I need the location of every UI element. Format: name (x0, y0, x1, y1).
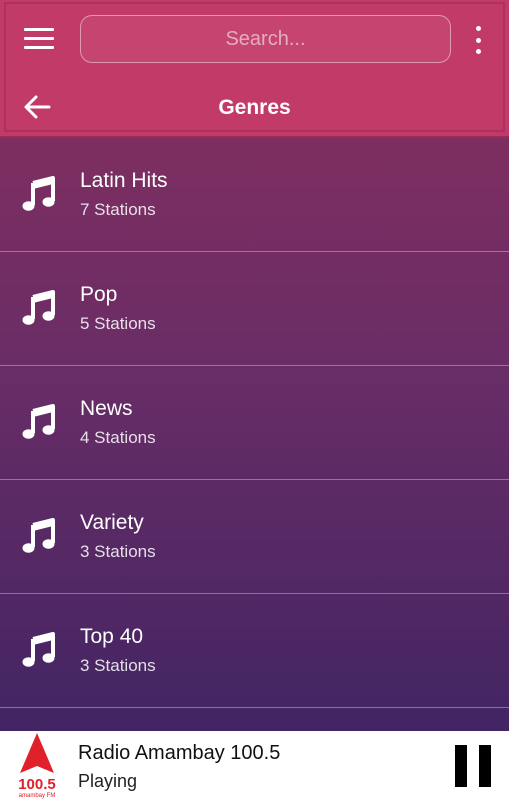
genre-name: Pop (80, 283, 118, 306)
svg-text:amambay FM: amambay FM (19, 793, 56, 799)
station-count: 3 Stations (80, 542, 156, 561)
station-logo: 100.5 amambay FM (18, 733, 56, 799)
menu-icon[interactable] (24, 28, 54, 52)
more-vert-icon[interactable] (470, 26, 486, 54)
genre-item[interactable]: Variety 3 Stations (0, 480, 509, 594)
station-count: 7 Stations (80, 200, 156, 219)
genre-name: Latin Hits (80, 169, 168, 192)
page-title: Genres (218, 96, 291, 119)
genre-item[interactable]: Pop 5 Stations (0, 252, 509, 366)
station-count: 3 Stations (80, 656, 156, 675)
music-note-icon (22, 518, 55, 553)
genre-name: Top 40 (80, 625, 144, 648)
search-input[interactable] (80, 15, 451, 63)
app-screen: Genres Latin Hits 7 Stations Pop 5 S (0, 0, 509, 800)
station-count: 4 Stations (80, 428, 156, 447)
mini-player[interactable]: 100.5 amambay FM Radio Amambay 100.5 Pla… (0, 731, 509, 800)
station-count: 5 Stations (80, 314, 156, 333)
genre-name: News (80, 397, 133, 420)
svg-text:100.5: 100.5 (18, 776, 56, 793)
music-note-icon (22, 632, 55, 667)
music-note-icon (22, 176, 55, 211)
station-name: Radio Amambay 100.5 (78, 742, 281, 764)
playback-status: Playing (78, 771, 138, 791)
genre-list: Latin Hits 7 Stations Pop 5 Stations New… (0, 138, 509, 708)
genre-item[interactable]: News 4 Stations (0, 366, 509, 480)
pause-icon[interactable] (455, 745, 491, 787)
genre-name: Variety (80, 511, 144, 534)
genre-item[interactable]: Top 40 3 Stations (0, 594, 509, 708)
music-note-icon (22, 404, 55, 439)
genre-item[interactable]: Latin Hits 7 Stations (0, 138, 509, 252)
top-app-bar: Genres (0, 0, 509, 138)
music-note-icon (22, 290, 55, 325)
